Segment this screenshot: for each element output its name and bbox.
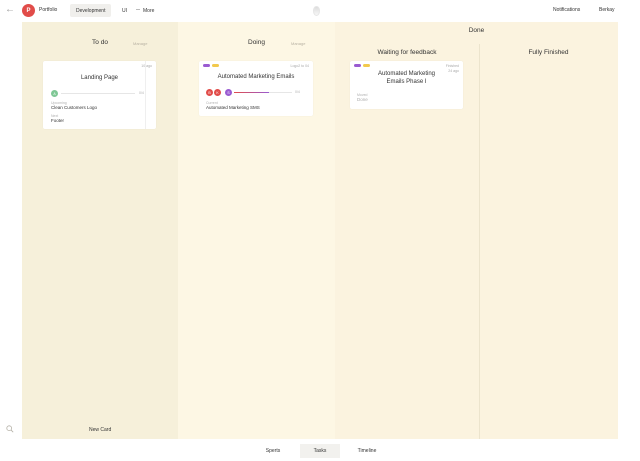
subcolumn-divider — [479, 44, 480, 439]
card-divider — [145, 61, 146, 129]
bottom-tab-tasks[interactable]: Tasks — [300, 444, 340, 458]
project-avatar[interactable]: P — [22, 4, 35, 17]
search-icon[interactable] — [6, 425, 14, 433]
card-time: 10 ago — [141, 64, 152, 68]
bottom-tab-timeline[interactable]: Timeline — [347, 444, 387, 458]
card-title: Automated Marketing Emails Phase I — [377, 71, 436, 85]
card-title: Landing Page — [80, 75, 119, 81]
checklist-item[interactable]: Clean Customers Logo — [51, 105, 97, 110]
card-time: Logo2 to 04 — [290, 64, 310, 68]
checklist-item[interactable]: Footer — [51, 118, 64, 123]
tab-more[interactable]: More — [137, 4, 160, 17]
project-name[interactable]: Portfolio — [39, 7, 57, 13]
checklist-item[interactable]: Automated Marketing SMS — [206, 105, 260, 110]
bottom-tab-sperts[interactable]: Sperts — [253, 444, 293, 458]
label-purple — [203, 64, 210, 67]
card-automated-marketing-emails-phase-1[interactable]: Finished 24 ago Automated Marketing Emai… — [350, 61, 463, 109]
top-bar: ← P Portfolio Development UI More Notifi… — [0, 0, 640, 21]
kanban-board: To do Manage 10 ago Landing Page A 0/4 U… — [22, 22, 618, 439]
label-purple — [354, 64, 361, 67]
card-time-status: Finished — [445, 64, 459, 68]
card-progress-bar — [234, 92, 292, 93]
subcolumn-title-finished: Fully Finished — [528, 49, 569, 56]
back-arrow-icon[interactable]: ← — [5, 5, 17, 15]
label-yellow — [212, 64, 219, 67]
assignee-avatar[interactable]: A — [51, 90, 58, 97]
user-menu[interactable]: Berkay — [599, 7, 615, 13]
subcolumn-title-waiting: Waiting for feedback — [377, 49, 437, 56]
column-todo: To do Manage 10 ago Landing Page A 0/4 U… — [22, 22, 178, 439]
card-progress-label: 0/4 — [295, 90, 300, 94]
app-logo-icon — [313, 6, 320, 16]
notifications-link[interactable]: Notifications — [553, 7, 580, 13]
tab-ui[interactable]: UI — [116, 4, 133, 17]
card-progress-fill — [234, 92, 269, 93]
column-doing: Doing Manage Logo2 to 04 Automated Marke… — [178, 22, 335, 439]
column-title-todo: To do — [92, 39, 108, 46]
card-automated-marketing-emails[interactable]: Logo2 to 04 Automated Marketing Emails B… — [199, 61, 313, 116]
column-title-doing: Doing — [248, 39, 265, 46]
assignee-avatar[interactable]: K — [214, 89, 221, 96]
card-landing-page[interactable]: 10 ago Landing Page A 0/4 Upcoming Clean… — [43, 61, 156, 129]
manage-button-doing[interactable]: Manage — [291, 41, 305, 46]
card-progress-label: 0/4 — [139, 91, 144, 95]
card-title: Automated Marketing Emails — [217, 74, 295, 80]
tab-development[interactable]: Development — [70, 4, 112, 17]
assignee-avatar[interactable]: S — [225, 89, 232, 96]
assignee-avatar[interactable]: B — [206, 89, 213, 96]
new-card-button[interactable]: New Card — [89, 427, 111, 433]
label-yellow — [363, 64, 370, 67]
card-progress-bar — [61, 93, 135, 94]
manage-button-todo[interactable]: Manage — [133, 41, 147, 46]
card-status: Done — [357, 97, 368, 102]
column-done: Done Waiting for feedback Fully Finished… — [335, 22, 618, 439]
column-title-done: Done — [468, 27, 485, 34]
